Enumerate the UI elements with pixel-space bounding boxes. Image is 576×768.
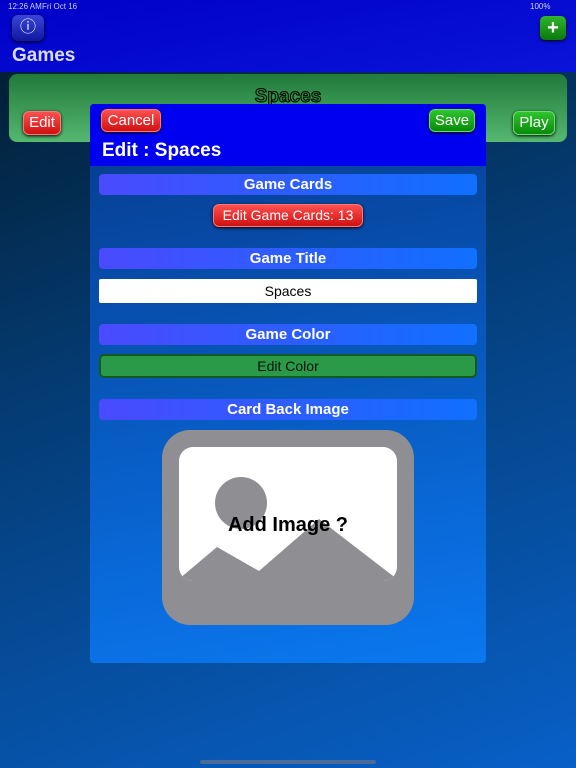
section-card-back-image: Card Back Image (99, 399, 477, 420)
cancel-button[interactable]: Cancel (101, 109, 161, 132)
plus-icon: + (547, 17, 559, 39)
edit-color-button[interactable]: Edit Color (99, 354, 477, 378)
info-button[interactable]: ⓘ (12, 15, 44, 41)
add-game-button[interactable]: + (540, 16, 566, 40)
status-time: 12:26 AM (8, 2, 42, 11)
home-indicator (200, 760, 376, 764)
card-back-image-picker[interactable]: Add Image ? (162, 430, 414, 625)
page-title: Games (12, 45, 76, 66)
dialog-header: Cancel Save Edit : Spaces (90, 104, 486, 166)
edit-game-dialog: Cancel Save Edit : Spaces Game Cards Edi… (90, 104, 486, 663)
section-game-cards: Game Cards (99, 174, 477, 195)
dialog-title: Edit : Spaces (102, 140, 222, 161)
game-title-input[interactable]: Spaces (99, 279, 477, 303)
add-image-label: Add Image ? (227, 514, 348, 536)
nav-bar: 12:26 AM Fri Oct 16 100% ⓘ + Games (0, 0, 576, 72)
battery-level: 100% (530, 2, 551, 11)
edit-game-cards-button[interactable]: Edit Game Cards: 13 (213, 204, 363, 227)
play-game-button[interactable]: Play (513, 111, 555, 135)
info-icon: ⓘ (19, 19, 36, 36)
edit-game-button[interactable]: Edit (23, 111, 61, 135)
save-button[interactable]: Save (429, 109, 475, 132)
section-game-title: Game Title (99, 248, 477, 269)
section-game-color: Game Color (99, 324, 477, 345)
status-date: Fri Oct 16 (42, 2, 78, 11)
